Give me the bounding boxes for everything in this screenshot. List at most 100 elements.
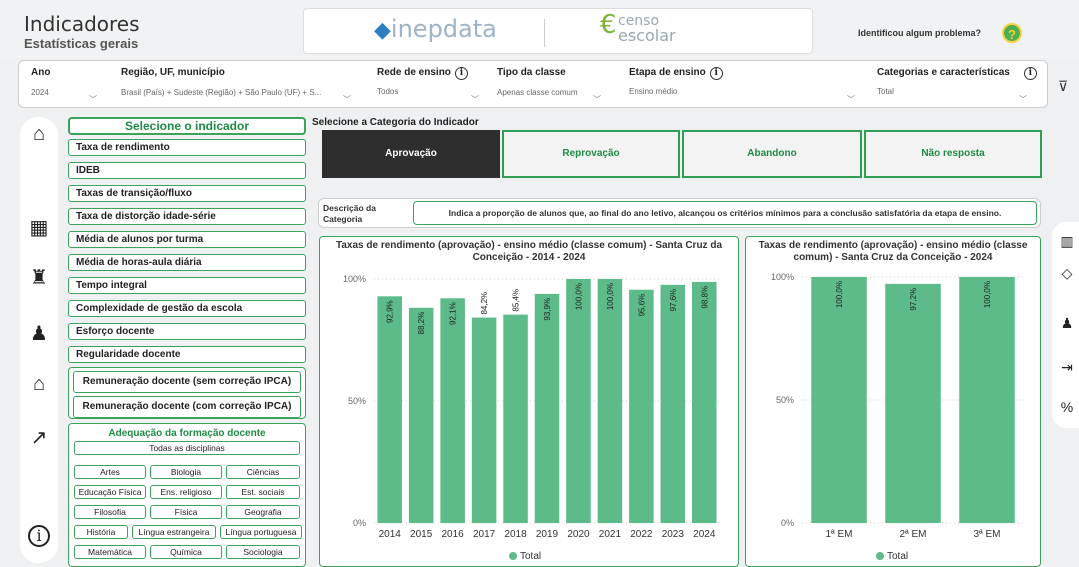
bar bbox=[885, 283, 941, 523]
legend-label: Total bbox=[520, 551, 541, 562]
chip-filosofia[interactable]: Filosofia bbox=[74, 505, 146, 519]
filter-etapa-value[interactable]: Ensino médio bbox=[629, 87, 723, 96]
chip-sociologia[interactable]: Sociologia bbox=[226, 545, 300, 559]
indicator-regularidade[interactable]: Regularidade docente bbox=[68, 346, 306, 363]
info-icon[interactable]: i bbox=[1023, 67, 1037, 80]
chevron-down-icon[interactable]: ﹀ bbox=[1019, 94, 1027, 105]
category-reprovacao-button[interactable]: Reprovação bbox=[502, 130, 680, 178]
filter-tipo[interactable]: Tipo da classe Apenas classe comum ﹀ bbox=[497, 67, 601, 104]
data-label: 100,0% bbox=[835, 281, 844, 308]
filter-categorias-value[interactable]: Total bbox=[877, 87, 1037, 96]
bar bbox=[692, 281, 717, 523]
data-label: 85,4% bbox=[512, 289, 521, 312]
chip-fisica[interactable]: Física bbox=[150, 505, 222, 519]
info-icon[interactable]: i bbox=[28, 525, 50, 547]
clear-filter-icon[interactable]: ⊽ bbox=[1058, 78, 1068, 95]
chip-geografia[interactable]: Geografia bbox=[226, 505, 300, 519]
indicator-taxa-rendimento[interactable]: Taxa de rendimento bbox=[68, 139, 306, 156]
chip-lingua-portuguesa[interactable]: Língua portuguesa bbox=[220, 525, 302, 539]
x-tick-label: 2023 bbox=[662, 529, 685, 540]
growth-chart-icon[interactable]: ↗ bbox=[28, 427, 50, 449]
info-icon[interactable]: i bbox=[709, 67, 723, 80]
header: Indicadores Estatísticas gerais ◆inepdat… bbox=[0, 0, 1079, 58]
chip-todas[interactable]: Todas as disciplinas bbox=[74, 441, 300, 455]
classroom-icon[interactable]: ▦ bbox=[28, 217, 50, 239]
map-icon[interactable]: ◇ bbox=[1058, 264, 1076, 282]
home-icon[interactable]: ⌂ bbox=[28, 123, 50, 145]
bar bbox=[959, 277, 1015, 523]
category-description: Descrição da Categoria Indica a proporçã… bbox=[318, 198, 1041, 228]
filter-regiao[interactable]: Região, UF, município Brasil (País) + Su… bbox=[121, 67, 351, 104]
chip-est-sociais[interactable]: Est. sociais bbox=[226, 485, 300, 499]
filter-regiao-value[interactable]: Brasil (País) + Sudeste (Região) + São P… bbox=[121, 88, 321, 97]
inepdata-logo[interactable]: ◆inepdata bbox=[374, 15, 497, 43]
bar bbox=[811, 277, 867, 523]
indicator-alunos-turma[interactable]: Média de alunos por turma bbox=[68, 231, 306, 248]
category-aprovacao-button[interactable]: Aprovação bbox=[322, 130, 500, 178]
indicator-horas-aula[interactable]: Média de horas-aula diária bbox=[68, 254, 306, 271]
chip-biologia[interactable]: Biologia bbox=[150, 465, 222, 479]
filter-ano[interactable]: Ano 2024 ﹀ bbox=[31, 67, 97, 104]
filter-etapa[interactable]: Etapa de ensino i Ensino médio ﹀ bbox=[629, 67, 855, 104]
chip-historia[interactable]: História bbox=[74, 525, 128, 539]
filter-ano-value[interactable]: 2024 bbox=[31, 88, 50, 97]
category-abandono-button[interactable]: Abandono bbox=[682, 130, 862, 178]
filter-rede-value[interactable]: Todos bbox=[377, 87, 468, 96]
data-label: 95,6% bbox=[637, 294, 646, 317]
page-subtitle: Estatísticas gerais bbox=[24, 36, 139, 51]
indicator-tempo-integral[interactable]: Tempo integral bbox=[68, 277, 306, 294]
chip-ciencias[interactable]: Ciências bbox=[226, 465, 300, 479]
chip-ed-fisica[interactable]: Educação Física bbox=[74, 485, 146, 499]
filter-regiao-label: Região, UF, município bbox=[121, 67, 225, 78]
indicator-complexidade[interactable]: Complexidade de gestão da escola bbox=[68, 300, 306, 317]
chevron-down-icon[interactable]: ﹀ bbox=[89, 94, 97, 105]
category-nao-resposta-button[interactable]: Não resposta bbox=[864, 130, 1042, 178]
data-label: 100,0% bbox=[574, 283, 583, 310]
y-tick-label: 0% bbox=[781, 518, 794, 528]
bar bbox=[660, 284, 686, 523]
left-nav-rail: ⌂ ▦ ♜ ♟ ⌂ ↗ i bbox=[20, 117, 58, 563]
info-icon[interactable]: i bbox=[454, 67, 468, 80]
chip-ens-religioso[interactable]: Ens. religioso bbox=[150, 485, 222, 499]
censo-e-icon: € bbox=[600, 10, 617, 40]
censo-escolar-logo[interactable]: € censo escolar bbox=[600, 12, 676, 44]
indicator-rem-sem-ipca[interactable]: Remuneração docente (sem correção IPCA) bbox=[73, 371, 301, 393]
chevron-down-icon[interactable]: ﹀ bbox=[343, 94, 351, 105]
help-bulb-icon[interactable]: ? bbox=[1002, 23, 1022, 43]
chip-artes[interactable]: Artes bbox=[74, 465, 146, 479]
data-label: 100,0% bbox=[983, 281, 992, 308]
data-label: 97,2% bbox=[909, 288, 918, 311]
export-icon[interactable]: ⇥ bbox=[1058, 358, 1076, 376]
chip-lingua-estrangeira[interactable]: Língua estrangeira bbox=[132, 525, 216, 539]
chart2-svg: 0% 50% 100% 1ª EM 100,0% 2ª EM 97,2% 3ª EM 100,0… bbox=[771, 272, 1024, 562]
chevron-down-icon[interactable]: ﹀ bbox=[471, 94, 479, 105]
y-tick-label: 50% bbox=[348, 396, 366, 406]
indicator-esforco[interactable]: Esforço docente bbox=[68, 323, 306, 340]
chip-quimica[interactable]: Química bbox=[150, 545, 222, 559]
formacao-docente-group: Adequação da formação docente Todas as d… bbox=[68, 423, 306, 567]
teacher-icon[interactable]: ♜ bbox=[28, 267, 50, 289]
chip-matematica[interactable]: Matemática bbox=[74, 545, 146, 559]
school-building-icon[interactable]: ⌂ bbox=[28, 373, 50, 395]
filter-rede[interactable]: Rede de ensino i Todos ﹀ bbox=[377, 67, 479, 104]
staff-icon[interactable]: ♟ bbox=[28, 323, 50, 345]
chevron-down-icon[interactable]: ﹀ bbox=[593, 94, 601, 105]
indicator-transicao[interactable]: Taxas de transição/fluxo bbox=[68, 185, 306, 202]
percent-icon[interactable]: % bbox=[1058, 398, 1076, 416]
filter-tipo-value[interactable]: Apenas classe comum bbox=[497, 88, 577, 97]
x-tick-label: 2021 bbox=[599, 529, 622, 540]
description-label-line1: Descrição da bbox=[323, 203, 376, 213]
report-problem-link[interactable]: Identificou algum problema? bbox=[858, 28, 981, 38]
people-icon[interactable]: ♟ bbox=[1058, 314, 1076, 332]
indicator-rem-com-ipca[interactable]: Remuneração docente (com correção IPCA) bbox=[73, 396, 301, 418]
indicator-distorcao[interactable]: Taxa de distorção idade-série bbox=[68, 208, 306, 225]
x-tick-label: 2024 bbox=[693, 529, 716, 540]
bar bbox=[377, 296, 402, 523]
indicator-ideb[interactable]: IDEB bbox=[68, 162, 306, 179]
bar-chart-icon[interactable]: ▥ bbox=[1058, 232, 1076, 250]
x-tick-label: 2019 bbox=[536, 529, 559, 540]
chevron-down-icon[interactable]: ﹀ bbox=[847, 94, 855, 105]
filter-categorias[interactable]: Categorias e características i Total ﹀ bbox=[877, 67, 1037, 104]
filter-bar: Ano 2024 ﹀ Região, UF, município Brasil … bbox=[18, 60, 1048, 108]
data-label: 88,2% bbox=[417, 312, 426, 335]
